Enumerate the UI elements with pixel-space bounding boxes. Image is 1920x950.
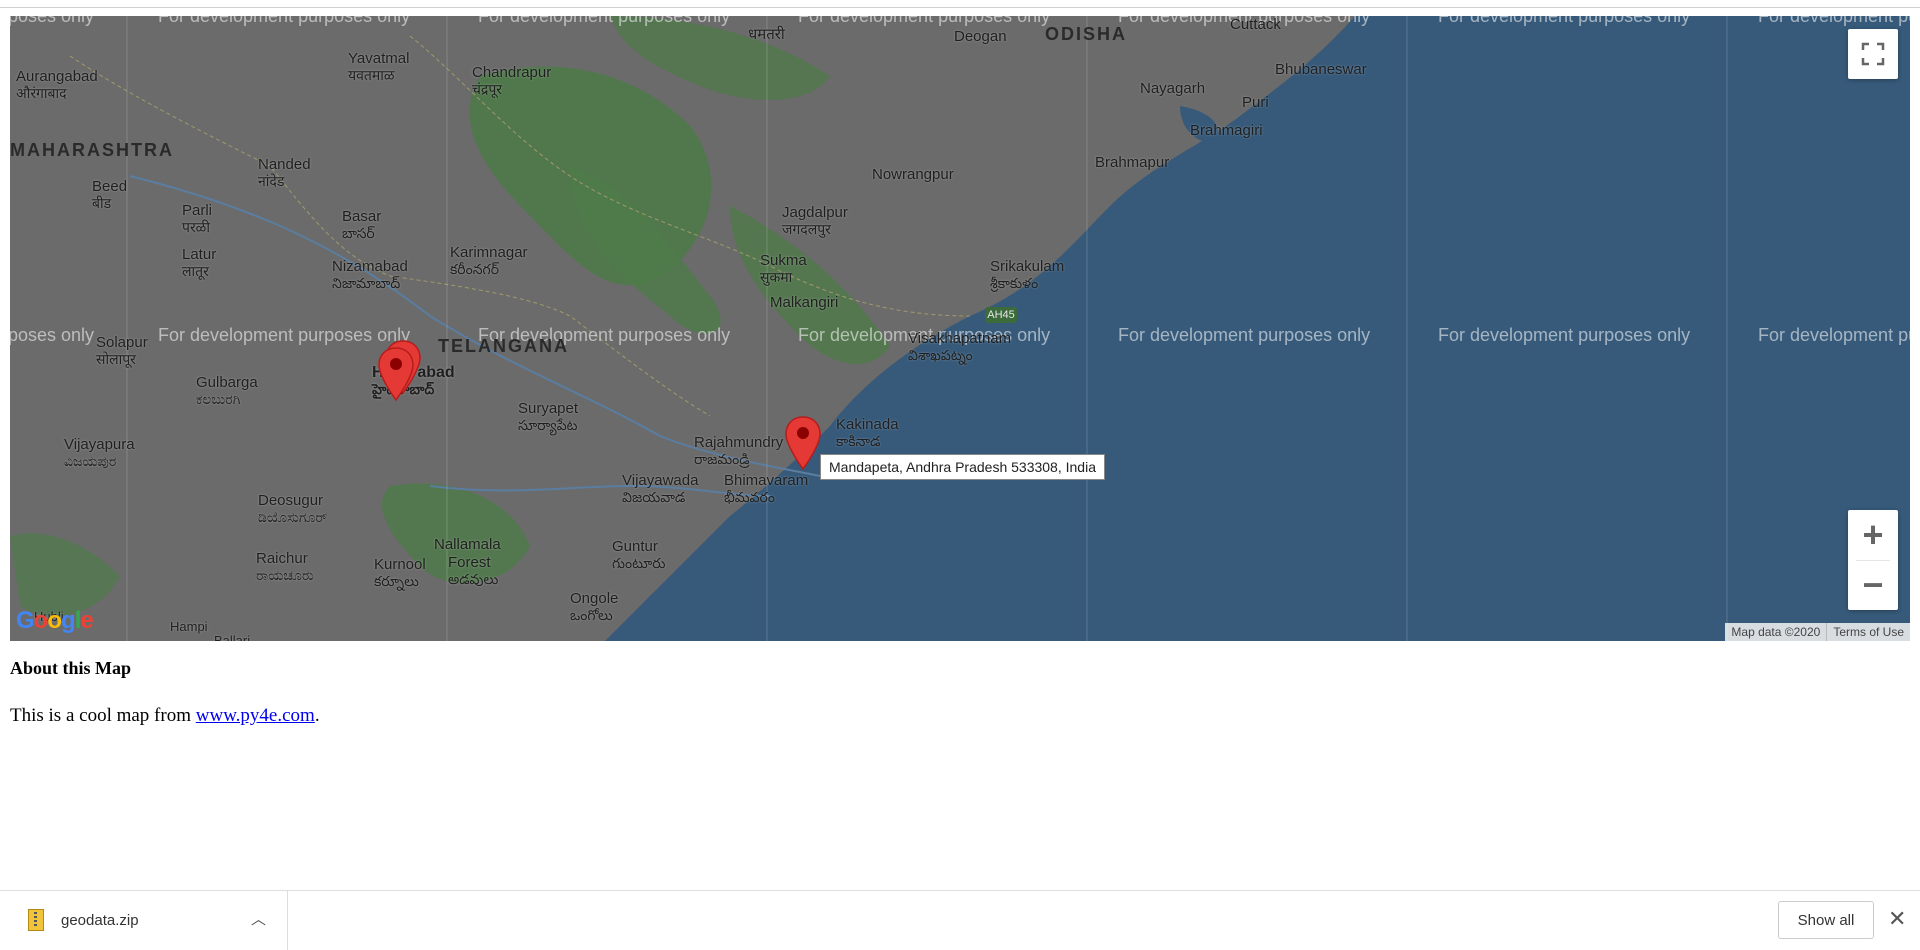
place-bhubaneswar: Bhubaneswar [1275,61,1367,78]
place-kakinada: Kakinada కాకినాడ [836,416,899,449]
place-srikakulam: Srikakulam శ్రీకాకుళం [990,258,1065,291]
place-cuttack: Cuttack [1230,16,1281,33]
place-ballari: Ballari [214,633,251,641]
zip-file-icon [28,909,44,931]
place-karimnagar: Karimnagar కరీంనగర్ [450,244,528,277]
fullscreen-icon [1861,42,1885,66]
place-kurnool: Kurnool కర్నూలు [374,556,426,589]
download-filename: geodata.zip [61,912,139,929]
dev-watermark: For development purposes only [1118,325,1371,345]
about-text-lead: This is a cool map from [10,705,196,726]
marker-tooltip: Mandapeta, Andhra Pradesh 533308, India [820,454,1105,480]
place-nizamabad: Nizamabad నిజామాబాద్ [332,258,408,291]
zoom-divider [1856,560,1890,561]
dev-watermark: For development purposes only [158,325,411,345]
map-marker-hyderabad[interactable] [376,346,416,402]
place-nanded: Nanded नांदेड [258,156,311,189]
place-jagdalpur: Jagdalpur जगदलपुर [782,204,848,237]
map-attribution: Map data ©2020 Terms of Use [1725,623,1910,641]
chevron-up-icon[interactable]: ︿ [251,908,266,929]
dev-watermark: For development purposes only [158,16,411,26]
dev-watermark: poses only [10,325,95,345]
terms-of-use-link[interactable]: Terms of Use [1826,623,1910,641]
map-canvas[interactable]: poses only For development purposes only… [10,16,1910,641]
place-brahmapur: Brahmapur [1095,154,1170,171]
place-guntur: Guntur గుంటూరు [612,538,666,571]
place-rajahmundry: Rajahmundry రాజమండ్రి [694,434,784,467]
dev-watermark: For development purposes only [1438,16,1691,26]
place-visakhapatnam: Visakhapatnam విశాఖపట్నం [908,330,1012,363]
place-latur: Latur लातूर [182,246,217,279]
zoom-out-button[interactable]: − [1848,560,1898,610]
place-aurangabad: Aurangabad औरंगाबाद [16,68,98,101]
region-label-odisha: ODISHA [1045,24,1128,44]
map-data-credit: Map data ©2020 [1725,623,1827,641]
place-malkangiri: Malkangiri [770,294,839,311]
place-vijayawada: Vijayawada విజయవాడ [622,472,699,505]
zoom-control: + − [1848,510,1898,610]
place-nayagarh: Nayagarh [1140,80,1206,97]
place-nowrangpur: Nowrangpur [872,166,954,183]
region-label-maharashtra: MAHARASHTRA [10,140,174,160]
about-heading: About this Map [10,658,132,678]
dev-watermark: For development purposes only [478,16,731,26]
place-vijayapura: Vijayapura ವಿಜಯಪುರ [64,436,135,469]
place-puri: Puri [1242,94,1269,111]
download-bar: geodata.zip ︿ Show all ✕ [0,890,1920,950]
place-hampi: Hampi [170,619,208,634]
place-yavatmal: Yavatmal यवतमाळ [348,50,410,83]
show-all-button[interactable]: Show all [1778,901,1874,939]
place-forest: Forest అడవులు [448,554,499,587]
place-dhamtari: धमतरी [748,26,785,43]
place-chandrapur: Chandrapur चंद्रपूर [472,64,552,97]
py4e-link[interactable]: www.py4e.com [196,705,315,726]
place-ongole: Ongole ఒంగోలు [570,590,619,623]
place-gulbarga: Gulbarga ಕಲಬುರಗಿ [196,374,258,407]
close-icon[interactable]: ✕ [1888,906,1906,932]
google-logo[interactable]: Google [16,607,94,635]
place-nallamala: Nallamala [434,536,501,553]
place-sukma: Sukma सुकमा [760,252,807,285]
place-deogan: Deogan [954,28,1007,45]
place-basar: Basar బాసర్ [342,208,382,241]
place-bhimavaram: Bhimavaram భీమవరం [724,472,809,505]
fullscreen-button[interactable] [1848,29,1898,79]
download-item[interactable]: geodata.zip ︿ [0,891,288,950]
place-solapur: Solapur सोलापूर [96,334,148,367]
highway-shield: AH45 [985,307,1017,323]
about-text-end: . [314,705,320,726]
dev-watermark: For development purposes only [798,16,1051,26]
place-parli: Parli परळी [182,202,213,235]
place-deosugur: Deosugur ಡಿಯೊಸುಗೂರ್ [258,492,328,525]
place-beed: Beed बीड [92,178,128,211]
place-raichur: Raichur ರಾಯಚೂರು [256,550,314,583]
dev-watermark: For development purposes only [1438,325,1691,345]
dev-watermark: For development purposes only [1758,325,1910,345]
dev-watermark: For development purposes only [1758,16,1910,26]
place-brahmagiri: Brahmagiri [1190,122,1263,139]
zoom-in-button[interactable]: + [1848,510,1898,560]
map-marker-mandapeta[interactable] [783,415,823,471]
region-label-telangana: TELANGANA [438,336,569,356]
dev-watermark: poses only [10,16,95,26]
about-text: This is a cool map from www.py4e.com. [10,705,320,727]
browser-top-divider [0,7,1920,8]
place-suryapet: Suryapet సూర్యాపేట [518,400,579,433]
